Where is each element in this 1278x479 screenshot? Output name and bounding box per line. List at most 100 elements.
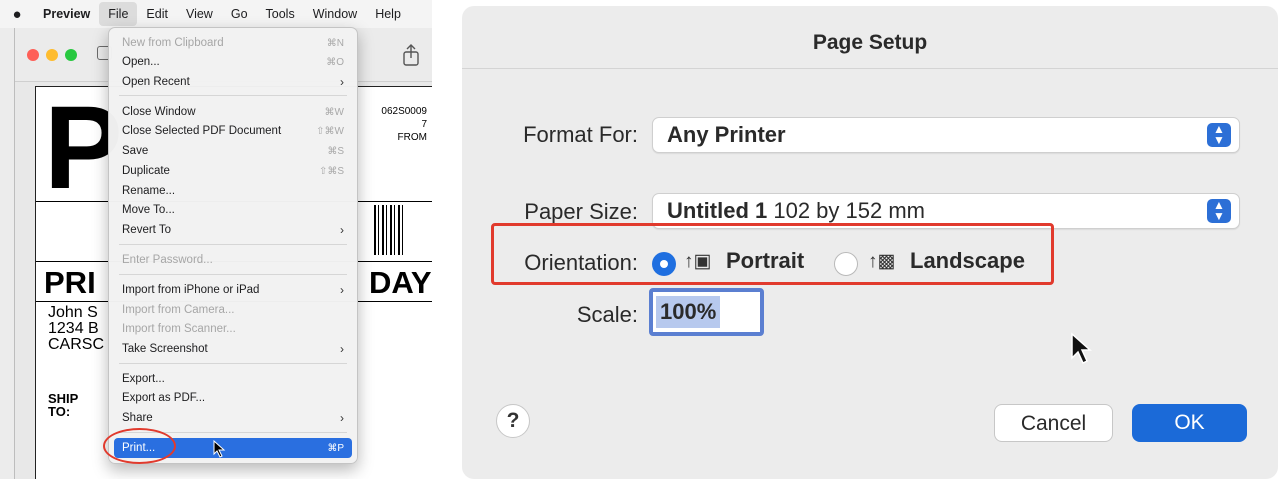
- menu-item-label: Rename...: [122, 185, 176, 197]
- menu-item-close-window[interactable]: Close Window ⌘W: [114, 102, 352, 122]
- chevron-right-icon: ›: [340, 223, 344, 237]
- menu-item-import-iphone[interactable]: Import from iPhone or iPad ›: [114, 280, 352, 300]
- menu-item-enter-password: Enter Password...: [114, 250, 352, 270]
- menu-item-revert-to[interactable]: Revert To ›: [114, 220, 352, 240]
- menu-item-open[interactable]: Open... ⌘O: [114, 52, 352, 72]
- tracking-line-2: 7: [421, 119, 427, 130]
- menu-item-label: New from Clipboard: [122, 37, 224, 49]
- menu-edit[interactable]: Edit: [137, 2, 177, 26]
- mouse-cursor-icon: [1071, 332, 1092, 365]
- paper-size-name: Untitled 1: [667, 198, 768, 223]
- menu-item-label: Export as PDF...: [122, 392, 206, 404]
- menu-shortcut: ⌘N: [326, 37, 344, 49]
- chevron-right-icon: ›: [340, 411, 344, 425]
- menu-item-label: Close Window: [122, 106, 196, 118]
- paper-size-label: Paper Size:: [524, 199, 638, 224]
- menu-tools[interactable]: Tools: [257, 2, 304, 26]
- menu-bar: ● Preview File Edit View Go Tools Window…: [0, 0, 432, 28]
- menu-item-take-screenshot[interactable]: Take Screenshot ›: [114, 339, 352, 359]
- menu-item-label: Open...: [122, 56, 160, 68]
- service-text-right: DAY: [369, 265, 432, 300]
- menu-item-export-pdf[interactable]: Export as PDF...: [114, 388, 352, 408]
- menu-window[interactable]: Window: [304, 2, 366, 26]
- ok-button[interactable]: OK: [1132, 404, 1247, 442]
- cancel-button[interactable]: Cancel: [994, 404, 1113, 442]
- orientation-label: Orientation:: [524, 250, 638, 275]
- menu-item-save[interactable]: Save ⌘S: [114, 141, 352, 161]
- menu-item-label: Close Selected PDF Document: [122, 125, 282, 137]
- menu-shortcut: ⌘W: [324, 106, 344, 118]
- address-line: John S: [48, 304, 98, 321]
- portrait-radio[interactable]: [652, 252, 676, 276]
- menu-item-label: Import from iPhone or iPad: [122, 284, 260, 296]
- paper-size-value: Untitled 1 102 by 152 mm: [667, 198, 1207, 224]
- menu-item-label: Open Recent: [122, 76, 190, 88]
- menu-separator: [119, 244, 347, 245]
- menu-app-name[interactable]: Preview: [34, 2, 99, 26]
- ship-to-line: TO:: [48, 404, 71, 419]
- menu-item-new-from-clipboard: New from Clipboard ⌘N: [114, 33, 352, 53]
- tracking-header: 062S0009 7 FROM: [381, 105, 427, 144]
- menu-go[interactable]: Go: [222, 2, 257, 26]
- scale-input[interactable]: 100%: [649, 288, 764, 336]
- menu-item-label: Duplicate: [122, 165, 170, 177]
- ship-to-label: SHIP TO:: [48, 392, 78, 418]
- popup-chevron-icon: ▲ ▼: [1207, 123, 1231, 147]
- minimize-window-icon[interactable]: [46, 49, 58, 61]
- landscape-radio[interactable]: [834, 252, 858, 276]
- menu-item-move-to[interactable]: Move To...: [114, 200, 352, 220]
- service-text-left: PRI: [44, 265, 96, 300]
- landscape-label[interactable]: Landscape: [910, 248, 1025, 274]
- menu-item-label: Share: [122, 412, 153, 424]
- menu-item-close-selected-pdf[interactable]: Close Selected PDF Document ⇧⌘W: [114, 121, 352, 141]
- menu-view[interactable]: View: [177, 2, 222, 26]
- chevron-right-icon: ›: [340, 283, 344, 297]
- file-menu: New from Clipboard ⌘N Open... ⌘O Open Rece…: [108, 27, 358, 464]
- menu-item-export[interactable]: Export...: [114, 369, 352, 389]
- chevron-right-icon: ›: [340, 75, 344, 89]
- menu-item-import-scanner: Import from Scanner...: [114, 319, 352, 339]
- menu-help[interactable]: Help: [366, 2, 410, 26]
- preview-app-screenshot: ● Preview File Edit View Go Tools Window…: [0, 0, 432, 479]
- popup-chevron-icon: ▲ ▼: [1207, 199, 1231, 223]
- scale-label: Scale:: [576, 302, 638, 327]
- format-for-popup[interactable]: Any Printer ▲ ▼: [652, 117, 1240, 153]
- menu-item-label: Move To...: [122, 204, 175, 216]
- zoom-window-icon[interactable]: [65, 49, 77, 61]
- portrait-orientation-icon: ↑▣: [684, 251, 712, 272]
- menu-item-label: Import from Camera...: [122, 304, 235, 316]
- format-for-value: Any Printer: [667, 122, 786, 147]
- menu-item-label: Import from Scanner...: [122, 323, 236, 335]
- menu-item-rename[interactable]: Rename...: [114, 181, 352, 201]
- menu-shortcut: ⌘P: [327, 442, 344, 454]
- menu-shortcut: ⌘S: [327, 145, 344, 157]
- menu-shortcut: ⌘O: [326, 56, 344, 68]
- menu-item-label: Export...: [122, 373, 165, 385]
- barcode-graphic: [374, 205, 404, 255]
- menu-item-share[interactable]: Share ›: [114, 408, 352, 428]
- landscape-orientation-icon: ↑▩: [868, 251, 896, 272]
- menu-file[interactable]: File: [99, 2, 138, 26]
- menu-separator: [119, 95, 347, 96]
- tracking-number: 062S0009: [381, 106, 427, 117]
- menu-shortcut: ⇧⌘W: [316, 125, 344, 137]
- menu-item-label: Save: [122, 145, 149, 157]
- help-button[interactable]: ?: [496, 404, 530, 438]
- title-divider: [462, 68, 1278, 69]
- address-line: CARSC: [48, 336, 105, 353]
- share-icon[interactable]: [401, 44, 421, 66]
- menu-item-import-camera: Import from Camera...: [114, 300, 352, 320]
- page-setup-dialog: Page Setup Format For: Any Printer ▲ ▼ Pa…: [462, 6, 1278, 479]
- menu-item-open-recent[interactable]: Open Recent ›: [114, 72, 352, 92]
- dialog-title: Page Setup: [812, 31, 928, 54]
- scale-value: 100%: [656, 296, 721, 328]
- menu-item-duplicate[interactable]: Duplicate ⇧⌘S: [114, 161, 352, 181]
- portrait-label[interactable]: Portrait: [726, 248, 804, 274]
- close-window-icon[interactable]: [27, 49, 39, 61]
- menu-item-label: Revert To: [122, 224, 172, 236]
- menu-separator: [119, 274, 347, 275]
- mouse-cursor-icon: [213, 440, 226, 458]
- from-label: FROM: [397, 132, 427, 143]
- apple-logo-icon[interactable]: ●: [0, 6, 34, 23]
- format-for-label: Format For:: [523, 122, 638, 147]
